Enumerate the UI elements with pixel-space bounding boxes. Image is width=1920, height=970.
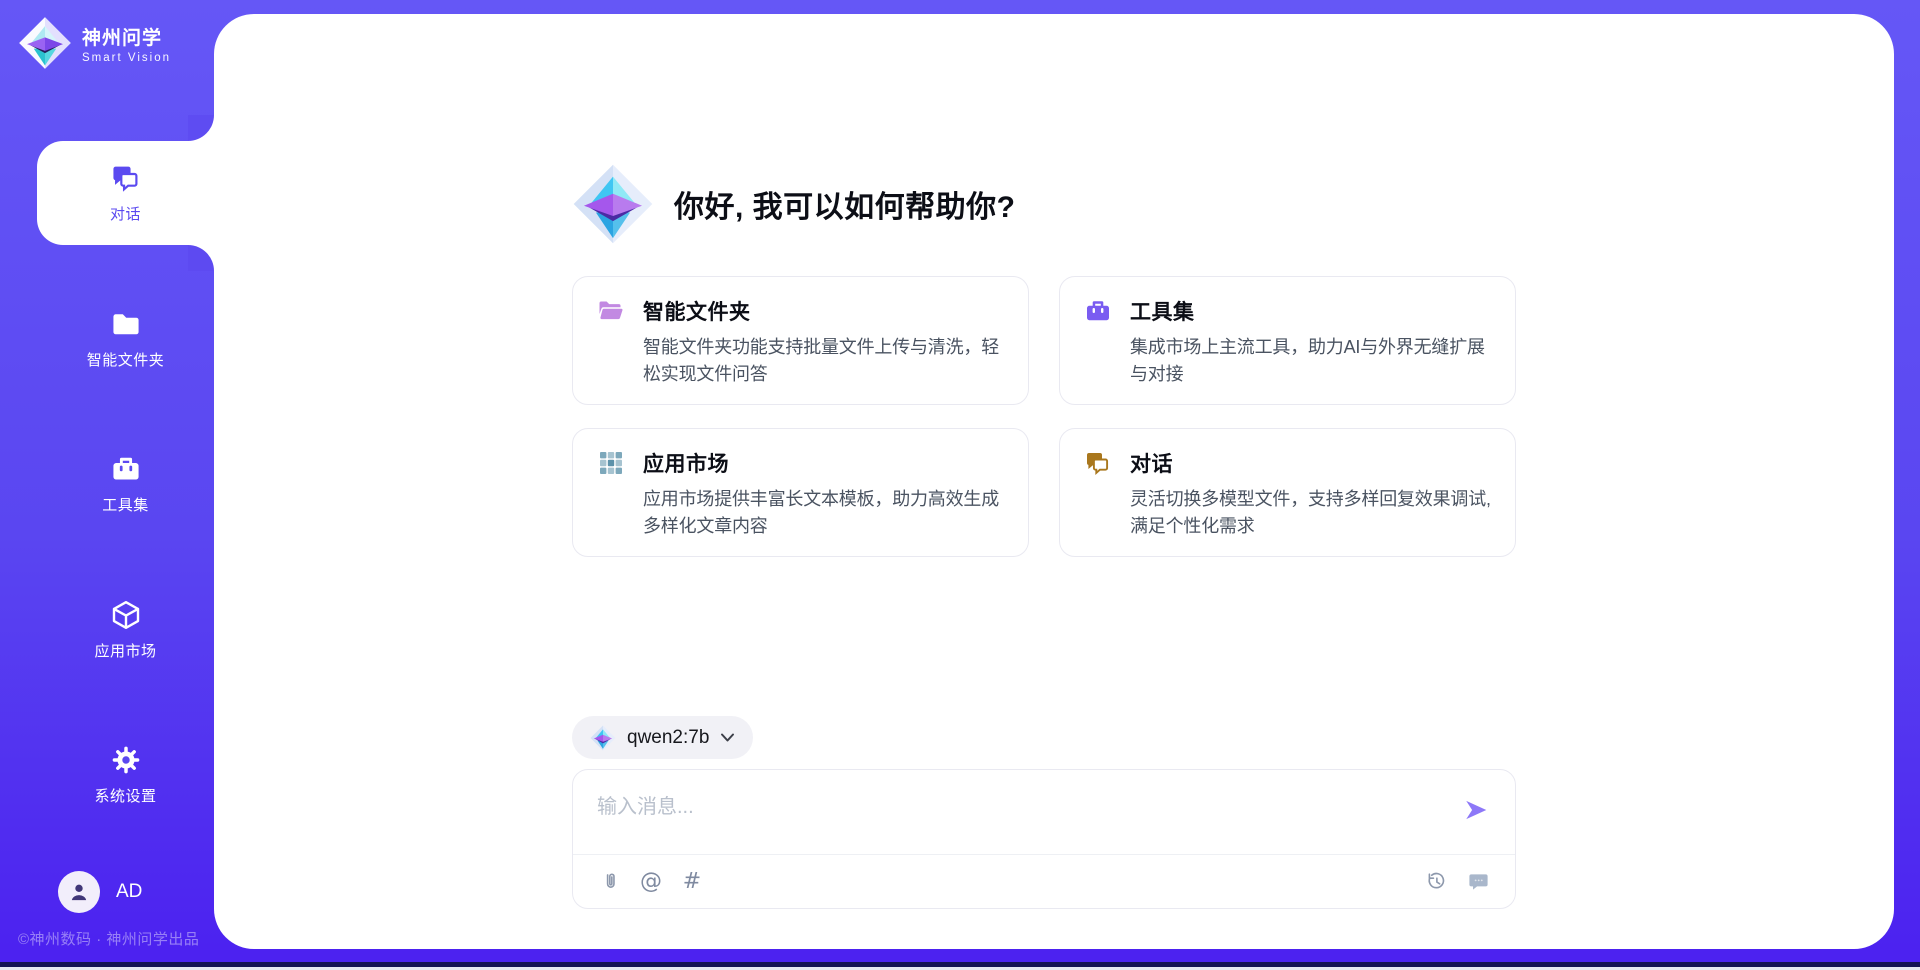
send-arrow-icon (1463, 797, 1489, 823)
open-folder-icon (597, 297, 625, 325)
brand-logo-icon (18, 16, 72, 70)
feature-card-toolset[interactable]: 工具集 集成市场上主流工具，助力AI与外界无缝扩展与对接 (1059, 276, 1516, 405)
sidebar-item-toolset[interactable]: 工具集 (37, 432, 214, 536)
at-icon: @ (640, 871, 662, 893)
card-title: 工具集 (1130, 296, 1195, 326)
quick-chat-icon (1467, 870, 1490, 893)
sidebar-item-label: 对话 (110, 203, 141, 224)
topic-button[interactable]: # (679, 869, 705, 895)
cube-icon (110, 599, 142, 631)
brand-name: 神州问学 (82, 23, 171, 50)
paperclip-icon (599, 870, 622, 893)
tab-curve-top (188, 115, 214, 141)
gear-icon (110, 744, 142, 776)
sidebar-item-app-market[interactable]: 应用市场 (37, 578, 214, 682)
model-name: qwen2:7b (627, 727, 709, 749)
toolbox-icon (110, 453, 142, 485)
send-button[interactable] (1461, 796, 1491, 826)
brand-subtitle: Smart Vision (82, 52, 171, 64)
quick-chat-button[interactable] (1465, 869, 1491, 895)
sidebar-item-chat[interactable]: 对话 (37, 141, 214, 245)
model-selector[interactable]: qwen2:7b (572, 716, 753, 759)
card-title: 对话 (1130, 448, 1173, 478)
app-window: 神州问学 Smart Vision 对话 智能文件夹 (0, 0, 1920, 970)
sidebar-item-label: 系统设置 (94, 785, 156, 806)
assistant-logo-icon (572, 163, 654, 245)
mention-button[interactable]: @ (638, 869, 664, 895)
card-description: 智能文件夹功能支持批量文件上传与清洗，轻松实现文件问答 (643, 334, 1006, 388)
folder-icon (110, 308, 142, 340)
message-input[interactable] (573, 770, 1423, 850)
avatar (58, 871, 100, 913)
sidebar: 神州问学 Smart Vision 对话 智能文件夹 (0, 0, 214, 970)
user-profile[interactable]: AD (58, 871, 142, 913)
greeting: 你好, 我可以如何帮助你? (572, 163, 1016, 245)
greeting-title: 你好, 我可以如何帮助你? (674, 182, 1016, 226)
chat-bubbles-icon (1084, 449, 1112, 477)
sidebar-item-label: 应用市场 (94, 640, 156, 661)
hash-icon: # (683, 871, 701, 893)
card-description: 集成市场上主流工具，助力AI与外界无缝扩展与对接 (1130, 334, 1493, 388)
history-icon (1425, 870, 1448, 893)
chat-bubbles-icon (110, 162, 142, 194)
feature-cards: 智能文件夹 智能文件夹功能支持批量文件上传与清洗，轻松实现文件问答 工具集 (572, 276, 1516, 557)
brand[interactable]: 神州问学 Smart Vision (18, 16, 171, 70)
chevron-down-icon (720, 733, 735, 743)
feature-card-smart-folder[interactable]: 智能文件夹 智能文件夹功能支持批量文件上传与清洗，轻松实现文件问答 (572, 276, 1029, 405)
sidebar-item-label: 智能文件夹 (87, 349, 165, 370)
feature-card-app-market[interactable]: 应用市场 应用市场提供丰富长文本模板，助力高效生成多样化文章内容 (572, 428, 1029, 557)
sidebar-item-smart-folder[interactable]: 智能文件夹 (37, 287, 214, 391)
user-initials: AD (116, 881, 142, 903)
sidebar-item-label: 工具集 (102, 494, 149, 515)
person-avatar-icon (66, 879, 92, 905)
tab-curve-bottom (188, 245, 214, 271)
card-description: 应用市场提供丰富长文本模板，助力高效生成多样化文章内容 (643, 486, 1006, 540)
brand-diamond-icon (590, 725, 616, 751)
card-title: 智能文件夹 (643, 296, 751, 326)
feature-card-chat[interactable]: 对话 灵活切换多模型文件，支持多样回复效果调试, 满足个性化需求 (1059, 428, 1516, 557)
toolbox-icon (1084, 297, 1112, 325)
history-button[interactable] (1423, 869, 1449, 895)
main-panel: 你好, 我可以如何帮助你? 智能文件夹 智能文件夹功能支持批量文件上传与清洗，轻… (214, 14, 1894, 949)
message-composer: @ # (572, 769, 1516, 909)
card-description: 灵活切换多模型文件，支持多样回复效果调试, 满足个性化需求 (1130, 486, 1493, 540)
attach-file-button[interactable] (597, 869, 623, 895)
sidebar-footer-text: ©神州数码 · 神州问学出品 (18, 928, 199, 949)
sidebar-item-settings[interactable]: 系统设置 (37, 723, 214, 827)
grid-icon (597, 449, 625, 477)
card-title: 应用市场 (643, 448, 729, 478)
